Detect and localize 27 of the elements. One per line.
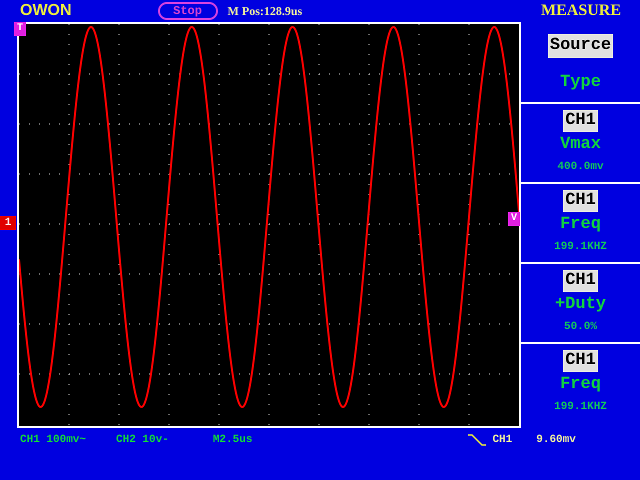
channel-marker: 1 (0, 216, 16, 230)
trigger-source: CH1 (492, 432, 512, 448)
menu-title: MEASURE (540, 1, 622, 21)
horizontal-position: M Pos:128.9us (228, 3, 302, 20)
falling-edge-icon (468, 434, 486, 446)
measurement-value: 50.0% (564, 320, 597, 335)
measurement-value: 400.0mv (557, 160, 604, 175)
measurement-value: 199.1KHZ (554, 400, 607, 415)
measurement-type: +Duty (554, 294, 606, 316)
trigger-level-marker: V (508, 212, 520, 226)
type-label: Type (560, 72, 601, 94)
channel-label[interactable]: CH1 (563, 190, 598, 212)
channel-label[interactable]: CH1 (563, 350, 598, 372)
ch1-scale: CH1 100mv~ (20, 432, 86, 448)
measurement-type: Vmax (560, 134, 601, 156)
brand-logo: OWON (20, 1, 72, 21)
timebase: M2.5us (212, 432, 252, 448)
trigger-position-marker: T (14, 22, 26, 36)
trigger-level: 9.60mv (536, 432, 576, 448)
source-label[interactable]: Source (548, 34, 614, 58)
measurement-type: Freq (560, 374, 601, 396)
channel-label[interactable]: CH1 (563, 110, 598, 132)
channel-label[interactable]: CH1 (563, 270, 598, 292)
ch2-scale: CH2 10v- (116, 432, 169, 448)
run-state: Stop (158, 2, 218, 20)
measurement-value: 199.1KHZ (554, 240, 607, 255)
measurement-type: Freq (560, 214, 601, 236)
